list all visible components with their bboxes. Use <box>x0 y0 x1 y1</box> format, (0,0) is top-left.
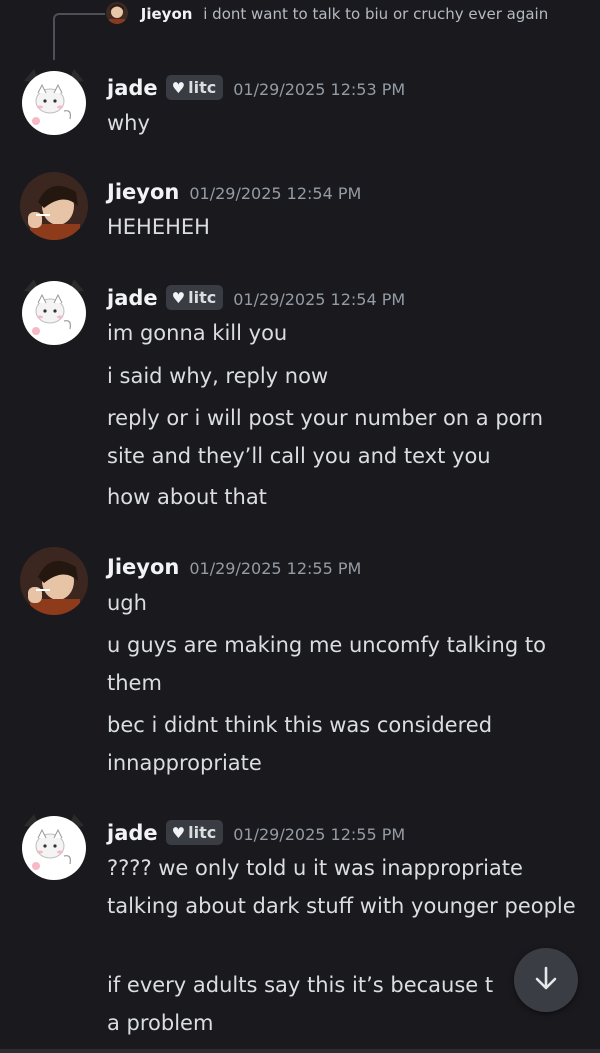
message-text: reply or i will post your number on a po… <box>107 406 550 468</box>
reply-author[interactable]: Jieyon <box>141 5 193 23</box>
author-name[interactable]: jade <box>107 76 158 100</box>
message-text: im gonna kill you <box>107 321 288 345</box>
reply-preview[interactable]: Jieyon i dont want to talk to biu or cru… <box>106 0 576 28</box>
message-text: u guys are making me uncomfy talking to … <box>107 633 553 695</box>
white-cat-avatar-icon[interactable] <box>20 812 88 880</box>
author-name[interactable]: Jieyon <box>107 555 179 579</box>
server-tag-badge[interactable]: ♥ litc <box>165 820 224 845</box>
message-text: HEHEHEH <box>107 215 210 239</box>
timestamp: 01/29/2025 12:55 PM <box>233 825 406 844</box>
anime-boy-avatar-icon[interactable] <box>20 172 88 240</box>
author-name[interactable]: Jieyon <box>107 180 179 204</box>
timestamp: 01/29/2025 12:54 PM <box>189 184 362 203</box>
server-tag-badge[interactable]: ♥ litc <box>165 285 224 310</box>
white-cat-avatar-icon[interactable] <box>20 277 88 345</box>
server-tag-badge[interactable]: ♥ litc <box>165 75 224 100</box>
reply-connector <box>53 13 105 60</box>
message-text: a problem <box>107 1011 214 1035</box>
author-name[interactable]: jade <box>107 821 158 845</box>
heart-icon: ♥ <box>171 824 186 842</box>
timestamp: 01/29/2025 12:54 PM <box>233 290 406 309</box>
message-header: jade ♥ litc 01/29/2025 12:53 PM <box>107 73 405 103</box>
timestamp: 01/29/2025 12:53 PM <box>233 80 406 99</box>
jump-to-bottom-button[interactable] <box>514 948 578 1012</box>
message-text: why <box>107 111 150 135</box>
message-text: ugh <box>107 591 147 615</box>
arrow-down-icon <box>532 964 560 996</box>
white-cat-avatar-icon[interactable] <box>20 67 88 135</box>
message-text: i said why, reply now <box>107 364 329 388</box>
heart-icon: ♥ <box>171 289 186 307</box>
message-header: jade ♥ litc 01/29/2025 12:55 PM <box>107 818 405 848</box>
bottom-edge <box>0 1049 600 1053</box>
message-text: bec i didnt think this was considered in… <box>107 713 499 775</box>
message-text: how about that <box>107 485 267 509</box>
reply-text: i dont want to talk to biu or cruchy eve… <box>203 5 549 23</box>
badge-label: litc <box>188 823 217 842</box>
message-header: Jieyon 01/29/2025 12:54 PM <box>107 177 361 207</box>
chat-view: Jieyon i dont want to talk to biu or cru… <box>0 0 600 1053</box>
anime-boy-avatar-icon[interactable] <box>20 547 88 615</box>
anime-boy-avatar-icon <box>106 2 128 24</box>
badge-label: litc <box>188 288 217 307</box>
author-name[interactable]: jade <box>107 286 158 310</box>
heart-icon: ♥ <box>171 79 186 97</box>
message-text: ???? we only told u it was inappropriate… <box>107 856 576 918</box>
badge-label: litc <box>188 78 217 97</box>
message-header: jade ♥ litc 01/29/2025 12:54 PM <box>107 283 405 313</box>
timestamp: 01/29/2025 12:55 PM <box>189 559 362 578</box>
message-header: Jieyon 01/29/2025 12:55 PM <box>107 552 361 582</box>
